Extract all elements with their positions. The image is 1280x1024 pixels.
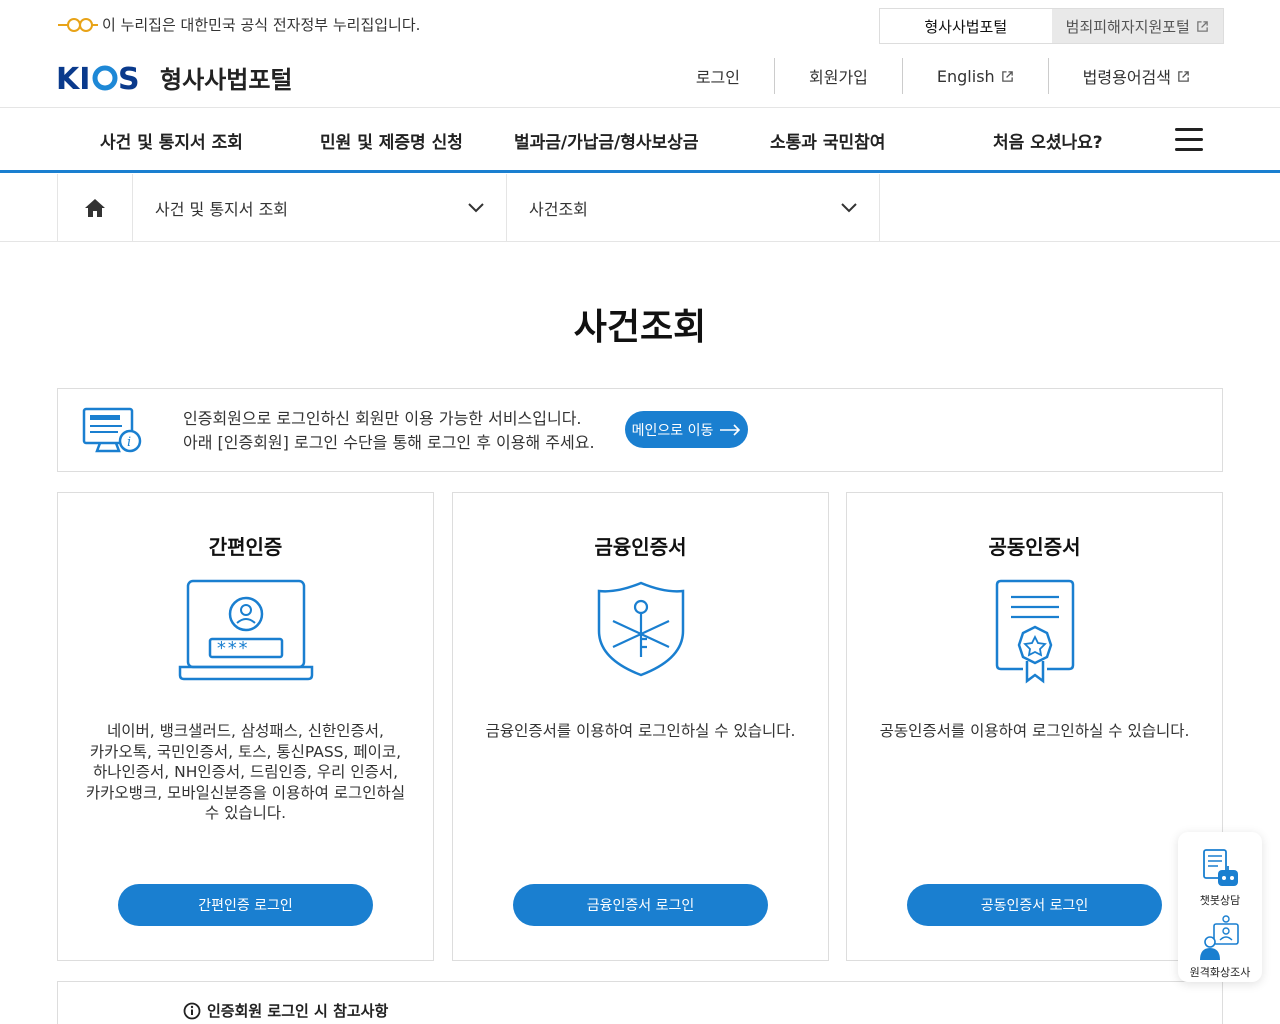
joint-cert-login-button[interactable]: 공동인증서 로그인 [907,884,1162,926]
gnb-civil-petition[interactable]: 민원 및 제증명 신청 [320,128,463,153]
svg-text:S: S [118,62,140,94]
external-link-icon [1197,20,1208,32]
go-main-label: 메인으로 이동 [631,422,714,439]
kics-logo-icon: KI S [56,62,140,94]
legal-term-label: 법령용어검색 [1082,68,1171,87]
breadcrumb-level2-select[interactable]: 사건조회 [507,174,880,242]
gnb-case-notice[interactable]: 사건 및 통지서 조회 [100,128,243,153]
gnb-participation[interactable]: 소통과 국민참여 [770,128,885,153]
desc-line: 공동인증서를 이용하여 로그인하실 수 있습니다. [879,722,1190,740]
card-title: 간편인증 [208,535,283,559]
portal-tab-label: 형사사법포털 [924,17,1008,36]
notice-text: 인증회원으로 로그인하신 회원만 이용 가능한 서비스입니다. 아래 [인증회원… [183,407,595,455]
portal-tabs: 형사사법포털 범죄피해자지원포털 [879,8,1224,44]
card-description: 네이버, 뱅크샐러드, 삼성패스, 신한인증서, 카카오톡, 국민인증서, 토스… [76,721,415,824]
desc-line: 금융인증서를 이용하여 로그인하실 수 있습니다. [485,722,796,740]
svg-text:KI: KI [56,62,90,94]
site-logo[interactable]: KI S 형사사법포털 [56,60,292,95]
portal-tab-victim-support[interactable]: 범죄피해자지원포털 [1051,9,1223,43]
portal-tab-criminal-justice[interactable]: 형사사법포털 [880,9,1052,43]
shield-key-icon [597,581,684,677]
joint-cert-card: 공동인증서 공동인증서를 이용하여 로그인하실 수 있습니다. 공동인증서 로그… [846,492,1223,961]
chatbot-button[interactable]: 챗봇상담 [1178,848,1262,908]
breadcrumb-level1-label: 사건 및 통지서 조회 [155,200,289,219]
go-main-button[interactable]: 메인으로 이동 [625,411,748,448]
simple-auth-card: 간편인증 *** 네이버, 뱅크샐러드, 삼성패스, 신한인증서, 카카오톡, … [57,492,434,961]
egov-logo-icon [58,17,98,32]
floating-widget: 챗봇상담 원격화상조사 [1178,832,1262,982]
monitor-info-icon: i [82,407,142,453]
simple-auth-login-button[interactable]: 간편인증 로그인 [118,884,373,926]
external-link-icon [1178,70,1189,82]
signup-link[interactable]: 회원가입 [774,58,902,94]
desc-line: 카카오톡, 국민인증서, 토스, 통신PASS, 페이코, [89,742,402,761]
legal-term-search-link[interactable]: 법령용어검색 [1047,58,1224,94]
breadcrumb-level2-label: 사건조회 [529,200,588,219]
breadcrumb-level1-select[interactable]: 사건 및 통지서 조회 [133,174,507,242]
video-call-icon [1200,915,1239,960]
arrow-right-icon [720,423,741,436]
reference-title-text: 인증회원 로그인 시 참고사항 [207,1002,389,1020]
home-button[interactable] [57,174,133,242]
menu-icon[interactable] [1175,128,1203,152]
english-label: English [936,66,995,86]
svg-text:i: i [127,435,131,450]
card-description: 금융인증서를 이용하여 로그인하실 수 있습니다. [471,721,810,742]
login-link[interactable]: 로그인 [662,58,774,94]
main-nav: 사건 및 통지서 조회 민원 및 제증명 신청 벌과금/가납금/형사보상금 소통… [0,107,1280,173]
home-icon [85,199,105,217]
laptop-password-icon: *** [178,579,313,681]
financial-cert-card: 금융인증서 금융인증서를 이용하여 로그인하실 수 있습니다. 금융인증서 로그… [452,492,829,961]
desc-line: 수 있습니다. [204,804,287,822]
gnb-first-visit[interactable]: 처음 오셨나요? [993,128,1103,153]
login-reference-section: 인증회원 로그인 시 참고사항 [57,981,1223,1024]
reference-title: 인증회원 로그인 시 참고사항 [183,1000,388,1021]
info-icon [183,1002,201,1019]
chevron-down-icon [841,203,857,213]
desc-line: 네이버, 뱅크샐러드, 삼성패스, 신한인증서, [107,722,384,740]
financial-cert-login-button[interactable]: 금융인증서 로그인 [513,884,768,926]
login-notice: i 인증회원으로 로그인하신 회원만 이용 가능한 서비스입니다. 아래 [인증… [57,388,1223,472]
utility-nav: 로그인 회원가입 English 법령용어검색 [662,58,1224,94]
signup-label: 회원가입 [809,68,868,87]
chatbot-label: 챗봇상담 [1199,894,1241,907]
desc-line: 카카오뱅크, 모바일신분증을 이용하여 로그인하실 [85,783,406,802]
certificate-icon [995,579,1074,684]
notice-line1: 인증회원으로 로그인하신 회원만 이용 가능한 서비스입니다. [183,409,582,428]
page-title: 사건조회 [573,307,707,348]
chevron-down-icon [468,203,484,213]
site-name: 형사사법포털 [160,66,293,94]
desc-line: 하나인증서, NH인증서, 드림인증, 우리 인증서, [92,763,399,781]
gov-notice: 이 누리집은 대한민국 공식 전자정부 누리집입니다. [56,14,420,35]
login-label: 로그인 [695,68,740,87]
gnb-fines[interactable]: 벌과금/가납금/형사보상금 [514,128,698,153]
card-description: 공동인증서를 이용하여 로그인하실 수 있습니다. [865,721,1204,742]
gov-bar: 이 누리집은 대한민국 공식 전자정부 누리집입니다. 형사사법포털 범죄피해자… [0,0,1280,50]
portal-tab-label: 범죄피해자지원포털 [1065,17,1190,36]
breadcrumb: 사건 및 통지서 조회 사건조회 [0,174,1280,242]
english-link[interactable]: English [901,58,1048,94]
chatbot-icon [1203,849,1238,886]
site-header: KI S 형사사법포털 로그인 회원가입 English 법령용어검색 [0,50,1280,106]
video-label: 원격화상조사 [1189,966,1251,979]
external-link-icon [1001,70,1013,82]
video-investigation-button[interactable]: 원격화상조사 [1178,914,1262,980]
svg-text:***: *** [216,638,249,659]
card-title: 공동인증서 [988,535,1081,559]
notice-line2: 아래 [인증회원] 로그인 수단을 통해 로그인 후 이용해 주세요. [183,433,595,452]
gov-notice-text: 이 누리집은 대한민국 공식 전자정부 누리집입니다. [102,16,421,34]
card-title: 금융인증서 [594,535,687,559]
